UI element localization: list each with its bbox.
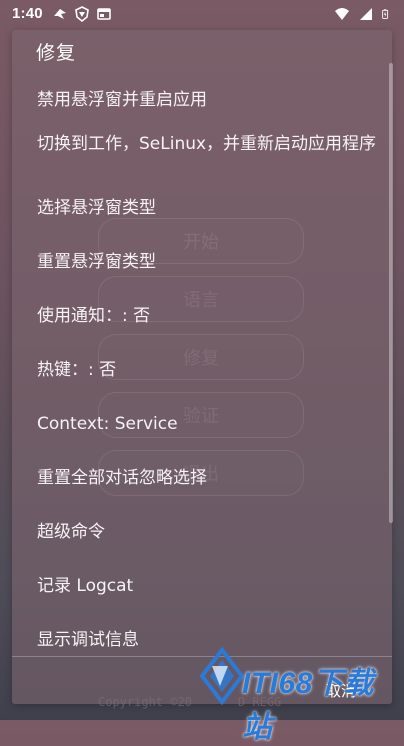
status-time: 1:40: [12, 5, 43, 22]
menu-item-switch-work-selinux[interactable]: 切换到工作，SeLinux，并重新启动应用程序: [37, 132, 377, 156]
menu-item-record-logcat[interactable]: 记录 Logcat: [37, 574, 377, 598]
bird-app-icon: [54, 9, 66, 19]
card-app-icon: [97, 8, 111, 20]
menu-item-disable-overlay-restart[interactable]: 禁用悬浮窗并重启应用: [37, 88, 377, 112]
shield-app-icon: [75, 6, 89, 22]
dialog-divider: [12, 656, 392, 657]
menu-item-hotkey[interactable]: 热键：: 否: [37, 358, 377, 382]
dialog-scrollbar[interactable]: [389, 63, 393, 523]
menu-item-select-overlay-type[interactable]: 选择悬浮窗类型: [37, 196, 377, 220]
menu-item-context[interactable]: Context: Service: [37, 412, 377, 436]
menu-item-reset-overlay-type[interactable]: 重置悬浮窗类型: [37, 250, 377, 274]
signal-icon: [360, 8, 372, 20]
dialog-title: 修复: [36, 42, 77, 64]
menu-item-use-notification[interactable]: 使用通知：: 否: [37, 304, 377, 328]
menu-item-show-debug-info[interactable]: 显示调试信息: [37, 628, 377, 652]
notification-icons: [52, 6, 112, 22]
menu-item-super-command[interactable]: 超级命令: [37, 520, 377, 544]
battery-icon: [382, 9, 389, 19]
menu-item-reset-dialog-ignores[interactable]: 重置全部对话忽略选择: [37, 466, 377, 490]
system-icons: [334, 6, 392, 22]
repair-dialog: 修复 禁用悬浮窗并重启应用 切换到工作，SeLinux，并重新启动应用程序 选择…: [12, 30, 393, 704]
cancel-button[interactable]: 取消: [326, 680, 356, 701]
wifi-icon: [335, 8, 349, 20]
status-bar: 1:40: [0, 0, 404, 28]
